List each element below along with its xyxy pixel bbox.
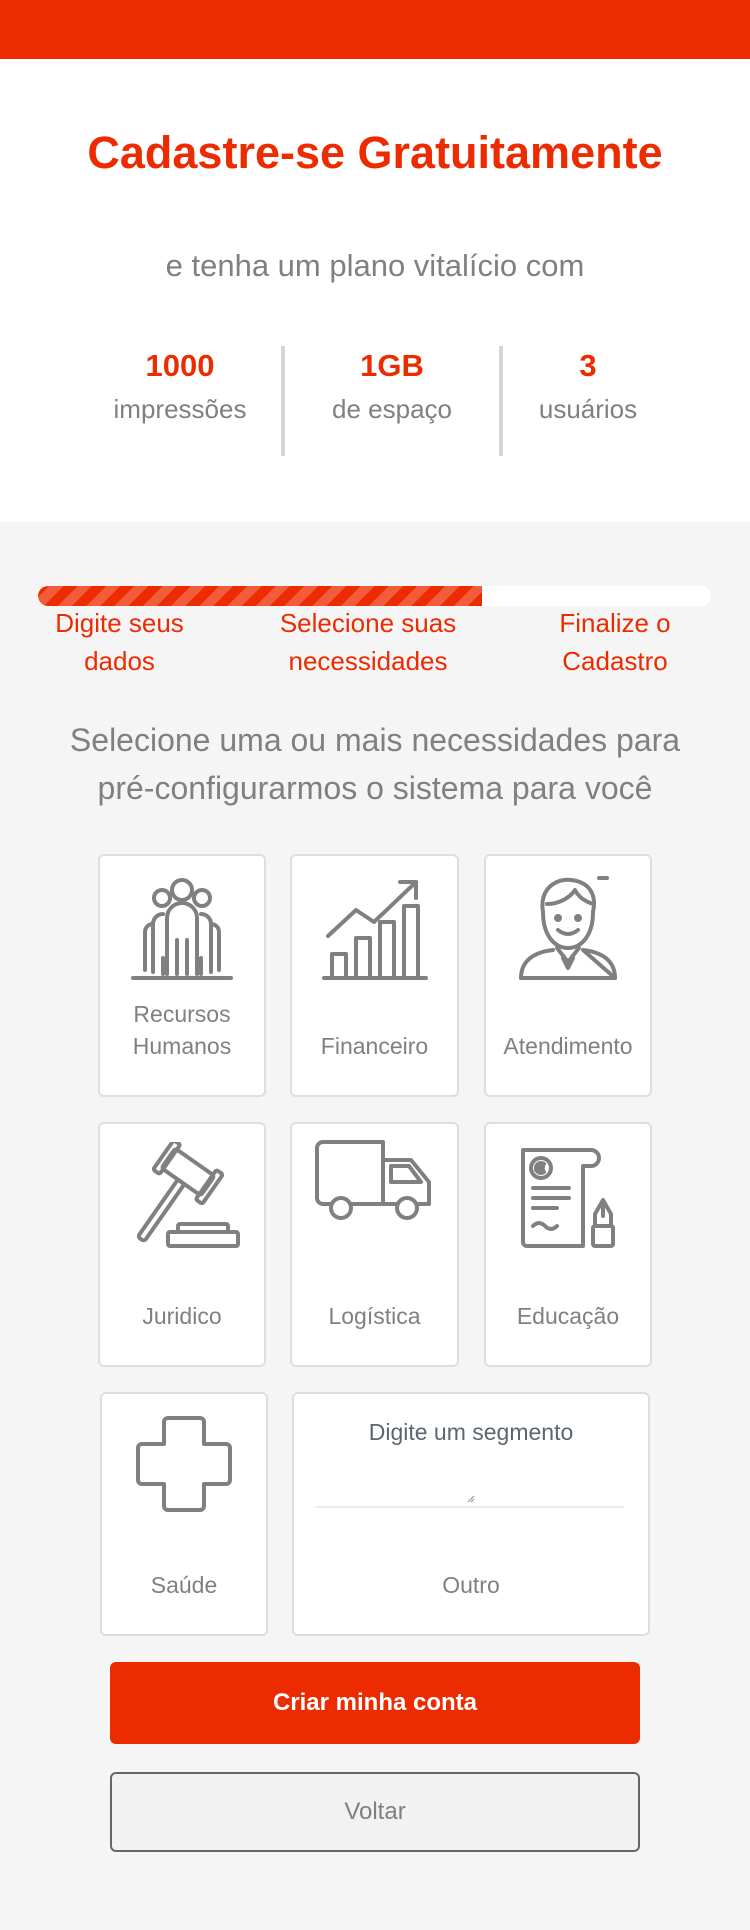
support-agent-icon	[519, 876, 617, 980]
diploma-icon	[521, 1148, 615, 1248]
stat-impressions: 1000 impressões	[100, 346, 260, 428]
progress-bar-fill	[38, 586, 483, 606]
truck-icon	[314, 1140, 431, 1220]
option-label: Financeiro	[320, 1033, 429, 1059]
step-label-line: Cadastro	[562, 646, 668, 676]
stat-value: 1000	[145, 348, 215, 383]
step-label-line: dados	[84, 646, 155, 676]
option-label: Recursos	[133, 1001, 231, 1027]
option-label: Saúde	[150, 1572, 218, 1598]
gavel-icon	[136, 1142, 240, 1248]
option-card-education[interactable]: Educação	[484, 1122, 652, 1367]
option-card-other[interactable]: Digite um segmento Outro	[292, 1392, 650, 1636]
option-label: Educação	[516, 1303, 620, 1329]
instructions-line: pré-configurarmos o sistema para você	[97, 770, 653, 806]
step-label-line: Finalize o	[559, 608, 671, 638]
stat-label: usuários	[538, 394, 638, 424]
stat-label: de espaço	[332, 394, 452, 424]
option-card-customer-service[interactable]: Atendimento	[484, 854, 652, 1097]
page-subtitle: e tenha um plano vitalício com	[165, 248, 585, 283]
step-select-needs: Selecione suas necessidades	[248, 604, 488, 680]
page-title: Cadastre-se Gratuitamente	[87, 127, 663, 178]
segment-prompt: Digite um segmento	[368, 1419, 574, 1445]
stat-label: impressões	[113, 394, 247, 424]
stat-value: 1GB	[360, 348, 424, 383]
step-finish: Finalize o Cadastro	[535, 604, 695, 680]
option-card-human-resources[interactable]: Recursos Humanos	[98, 854, 266, 1097]
option-card-financial[interactable]: Financeiro	[290, 854, 459, 1097]
step-label-line: necessidades	[288, 646, 448, 676]
step-enter-data: Digite seus dados	[38, 604, 201, 680]
stat-storage: 1GB de espaço	[312, 346, 472, 428]
growth-chart-icon	[321, 880, 428, 980]
medical-cross-icon	[136, 1416, 232, 1512]
progress-bar	[38, 586, 711, 606]
back-button[interactable]: Voltar	[110, 1772, 640, 1852]
option-label: Humanos	[132, 1033, 232, 1059]
step-label-line: Selecione suas	[279, 608, 457, 638]
hero-section: Cadastre-se Gratuitamente e tenha um pla…	[0, 59, 750, 522]
instructions-line: Selecione uma ou mais necessidades para	[69, 722, 681, 758]
create-account-button[interactable]: Criar minha conta	[110, 1662, 640, 1744]
top-bar	[0, 0, 750, 59]
stat-divider	[499, 346, 503, 456]
option-label: Juridico	[142, 1303, 222, 1329]
people-icon	[131, 878, 233, 980]
option-label: Logística	[328, 1303, 421, 1329]
option-card-logistics[interactable]: Logística	[290, 1122, 459, 1367]
step-label-line: Digite seus	[55, 608, 184, 638]
resize-grip-icon[interactable]	[467, 1495, 475, 1503]
stat-value: 3	[579, 348, 597, 383]
option-label: Outro	[442, 1572, 500, 1598]
instructions-text: Selecione uma ou mais necessidades para …	[40, 716, 710, 812]
option-card-legal[interactable]: Juridico	[98, 1122, 266, 1367]
stat-divider	[281, 346, 285, 456]
option-card-health[interactable]: Saúde	[100, 1392, 268, 1636]
option-label: Atendimento	[503, 1033, 633, 1059]
stat-users: 3 usuários	[508, 346, 668, 428]
